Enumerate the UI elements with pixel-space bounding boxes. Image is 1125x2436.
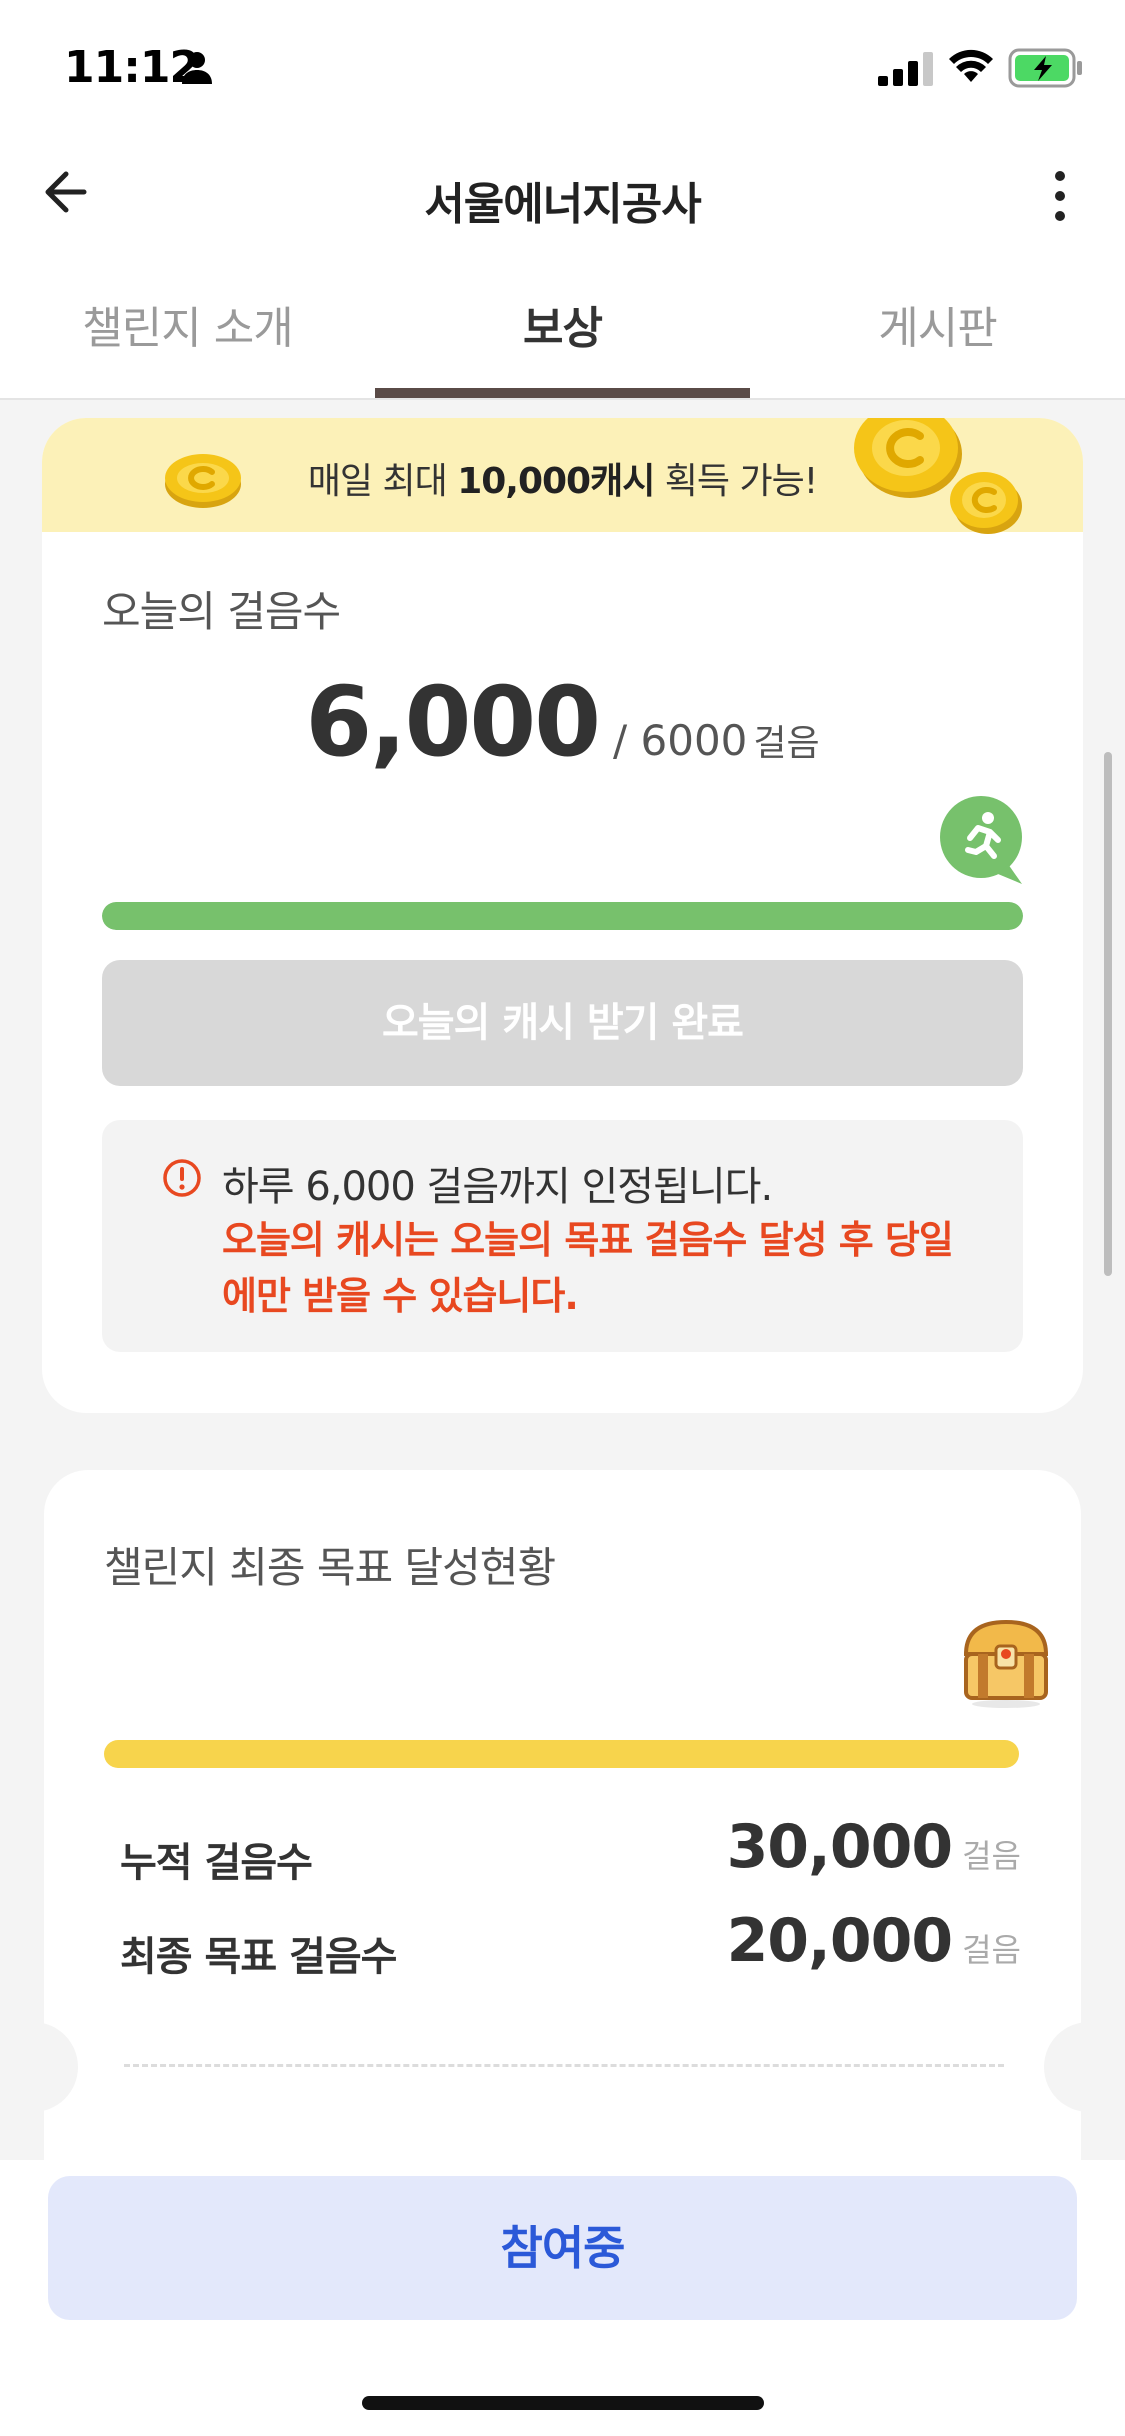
treasure-chest-icon	[963, 1619, 1049, 1708]
tab-board[interactable]: 게시판	[750, 292, 1125, 356]
challenge-progress-bar	[104, 1740, 1019, 1768]
signal-icon	[878, 52, 933, 86]
runner-icon	[940, 796, 1022, 884]
accumulated-steps-unit: 걸음	[962, 1837, 1021, 1875]
person-icon	[182, 52, 212, 84]
wifi-icon	[949, 49, 993, 82]
home-indicator[interactable]	[362, 2396, 764, 2410]
accumulated-steps-value: 30,000 걸음	[727, 1812, 1021, 1882]
tab-challenge-intro[interactable]: 챌린지 소개	[0, 292, 375, 356]
battery-charging-icon	[1008, 48, 1082, 88]
notice-warning-text: 오늘의 캐시는 오늘의 목표 걸음수 달성 후 당일에만 받을 수 있습니다.	[222, 1218, 954, 1318]
steps-goal: / 6000	[613, 716, 748, 765]
banner-prefix: 매일 최대	[307, 461, 458, 502]
bottom-bar: 참여중	[0, 2160, 1125, 2436]
goal-steps-number: 20,000	[726, 1906, 954, 1976]
status-time: 11:12	[64, 42, 200, 93]
reward-banner: 매일 최대 10,000캐시 획득 가능!	[42, 418, 1083, 534]
today-progress-bar	[102, 902, 1023, 930]
coins-stack-icon	[854, 418, 1022, 534]
dashed-divider	[124, 2064, 1004, 2067]
page-title: 서울에너지공사	[424, 179, 701, 230]
banner-suffix: 획득 가능!	[654, 461, 818, 502]
more-menu-icon[interactable]	[1040, 164, 1080, 228]
challenge-goal-card: 챌린지 최종 목표 달성현황 누적 걸음수 30,000 걸음 최종 목표 걸음수…	[0, 1470, 1125, 2170]
notice-box: 하루 6,000 걸음까지 인정됩니다. 오늘의 캐시는 오늘의 목표 걸음수 …	[102, 1120, 1023, 1352]
today-progress-fill	[102, 902, 1023, 930]
challenge-progress-fill	[104, 1740, 1019, 1768]
tab-bar: 챌린지 소개 보상 게시판	[0, 280, 1125, 400]
ticket-notch-right	[1044, 2022, 1125, 2112]
tab-reward[interactable]: 보상	[375, 292, 750, 356]
notice-text: 하루 6,000 걸음까지 인정됩니다.	[222, 1164, 773, 1210]
goal-steps-label: 최종 목표 걸음수	[120, 1934, 397, 1980]
today-steps-label: 오늘의 걸음수	[102, 587, 341, 636]
goal-steps-value: 20,000 걸음	[727, 1906, 1021, 1976]
challenge-goal-label: 챌린지 최종 목표 달성현황	[104, 1543, 556, 1592]
accumulated-steps-label: 누적 걸음수	[120, 1840, 313, 1886]
banner-highlight: 10,000캐시	[457, 461, 655, 502]
ticket-notch-left	[0, 2022, 78, 2112]
steps-value: 6,000	[305, 666, 601, 778]
participating-button[interactable]: 참여중	[48, 2176, 1077, 2320]
scrollbar[interactable]	[1104, 752, 1112, 1276]
accumulated-steps-number: 30,000	[726, 1812, 954, 1882]
claim-cash-button[interactable]: 오늘의 캐시 받기 완료	[102, 960, 1023, 1086]
nav-bar: 서울에너지공사	[0, 140, 1125, 250]
tab-active-indicator	[375, 388, 750, 398]
alert-circle-icon	[163, 1159, 201, 1197]
today-steps-count: 6,000/ 6000 걸음	[42, 666, 1083, 778]
steps-unit: 걸음	[753, 723, 820, 764]
today-steps-card: 매일 최대 10,000캐시 획득 가능! 오늘의 걸음수 6,000/ 600…	[42, 418, 1083, 1413]
top-section: 11:12 서울에너지공사 챌린지 소개 보상 게시판	[0, 0, 1125, 400]
goal-steps-unit: 걸음	[962, 1931, 1021, 1969]
status-bar: 11:12	[0, 0, 1125, 140]
